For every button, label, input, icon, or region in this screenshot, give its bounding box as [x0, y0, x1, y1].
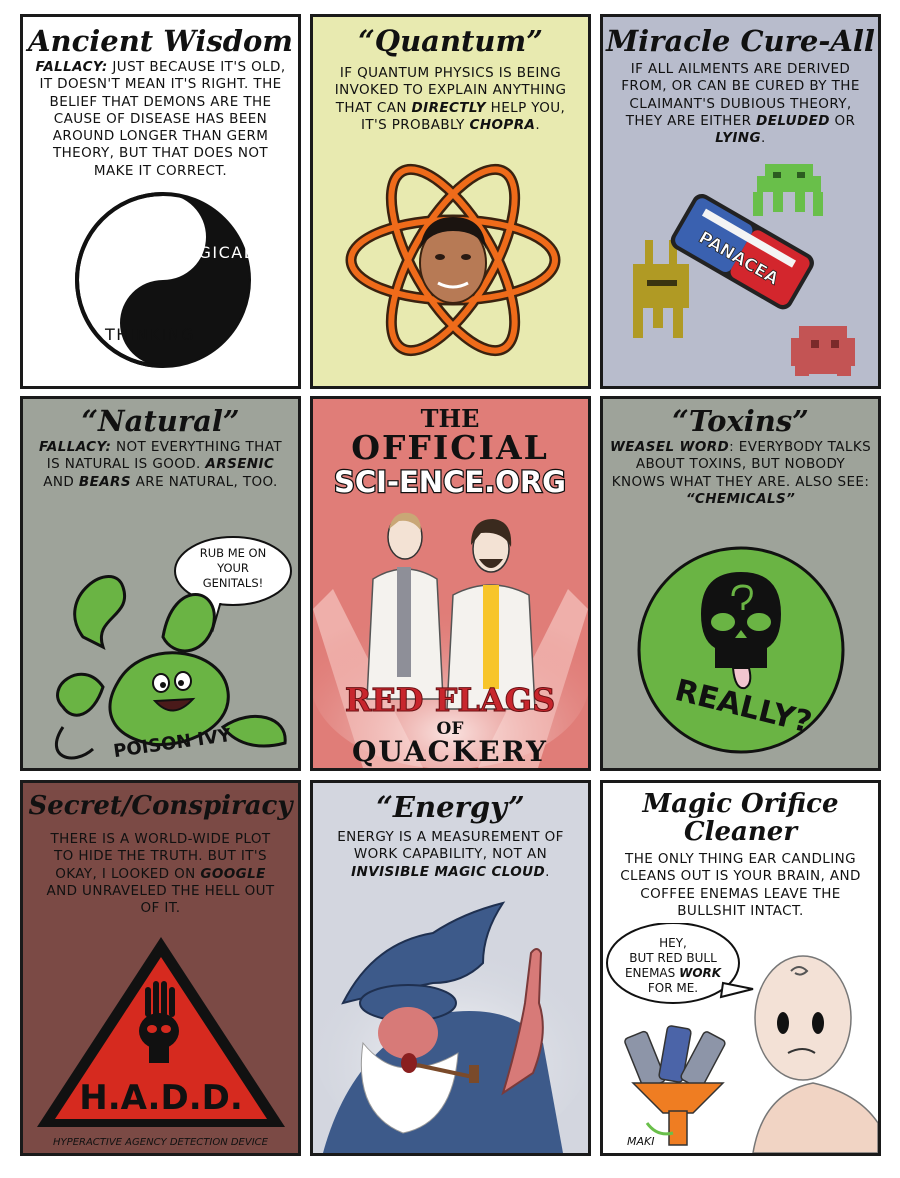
bubble-line-1: HEY,: [659, 936, 687, 950]
art-word-thinking: THINKING: [104, 325, 195, 344]
panel-title: Miracle Cure-All: [606, 24, 875, 58]
panel-secret-conspiracy: Secret/Conspiracy THERE IS A WORLD-WIDE …: [20, 780, 301, 1156]
panel-energy: “Energy” ENERGY IS A MEASUREMENT OF WORK…: [310, 780, 591, 1156]
text-emphasis: LYING: [715, 130, 761, 147]
text-emphasis: CHOPRA: [469, 116, 536, 133]
bubble-line-3: GENITALS!: [203, 576, 264, 590]
artist-signature: MAKI: [627, 1135, 654, 1148]
scientist-left: [366, 512, 444, 700]
poster-quackery: QUACKERY: [352, 735, 548, 768]
bald-man: [752, 955, 878, 1153]
text-emphasis: INVISIBLE MAGIC CLOUD: [351, 863, 546, 880]
text-emphasis: BEARS: [78, 473, 131, 490]
panel-title: Ancient Wisdom: [28, 24, 293, 58]
bubble-line-2: BUT RED BULL: [629, 951, 717, 965]
wizard-character: [313, 901, 588, 1153]
text-emphasis: DELUDED: [756, 112, 830, 129]
bubble-line-3-emphasis: WORK: [679, 966, 723, 980]
red-germ-icon: [791, 326, 855, 376]
bubble-line-3a: ENEMAS: [625, 966, 679, 980]
panel-ancient-wisdom: Ancient Wisdom FALLACY: JUST BECAUSE IT'…: [20, 14, 301, 389]
text-part: .: [535, 116, 541, 133]
poster-art: THE OFFICIAL SCI-ENCE.ORG RED FLAGS OF Q…: [313, 404, 588, 768]
panel-title: “Quantum”: [358, 24, 543, 58]
panel-text: WEASEL WORD: EVERYBODY TALKS ABOUT TOXIN…: [609, 439, 872, 508]
text-emphasis: GOOGLE: [200, 865, 266, 882]
toxic-skull-seal: REALLY?: [637, 546, 845, 754]
poster-red-flags: RED FLAGS: [345, 681, 555, 719]
pixel-germs-and-pill: PANACEA: [633, 164, 855, 376]
panel-title: “Energy”: [376, 790, 525, 824]
atom-icon: [345, 163, 561, 357]
panel-natural: “Natural” FALLACY: NOT EVERYTHING THAT I…: [20, 396, 301, 771]
panel-text: ENERGY IS A MEASUREMENT OF WORK CAPABILI…: [323, 829, 578, 881]
panel-title: Secret/Conspiracy: [28, 791, 293, 821]
panel-body: JUST BECAUSE IT'S OLD, IT DOESN'T MEAN I…: [39, 59, 286, 179]
warning-triangle-icon: H.A.D.D.: [37, 937, 285, 1127]
panel-quantum: “Quantum” IF QUANTUM PHYSICS IS BEING IN…: [310, 14, 591, 389]
text-part: OR: [829, 112, 856, 129]
bubble-line-3: ENEMAS WORK: [625, 966, 723, 980]
panel-magic-orifice-cleaner: Magic Orifice Cleaner THE ONLY THING EAR…: [600, 780, 881, 1156]
comic-page: Ancient Wisdom FALLACY: JUST BECAUSE IT'…: [0, 0, 900, 1178]
text-part: ENERGY IS A MEASUREMENT OF WORK CAPABILI…: [337, 829, 564, 863]
text-emphasis: ARSENIC: [205, 456, 275, 473]
panel-toxins: “Toxins” WEASEL WORD: EVERYBODY TALKS AB…: [600, 396, 881, 771]
sign-text: H.A.D.D.: [79, 1078, 243, 1118]
bubble-line-4: FOR ME.: [648, 981, 698, 995]
green-germ-icon: [753, 164, 823, 216]
text-part: AND UNRAVELED THE HELL OUT OF IT.: [46, 882, 275, 917]
text-emphasis: DIRECTLY: [411, 99, 486, 116]
poster-site: SCI-ENCE.ORG: [334, 465, 566, 499]
yin-yang-icon: MAGICAL THINKING: [75, 192, 253, 368]
panel-center-poster: THE OFFICIAL SCI-ENCE.ORG RED FLAGS OF Q…: [310, 396, 591, 771]
weasel-word-label: WEASEL WORD: [609, 439, 730, 455]
fallacy-label: FALLACY:: [39, 439, 112, 455]
panel-text: THERE IS A WORLD-WIDE PLOT TO HIDE THE T…: [45, 831, 276, 917]
bubble-line-1: RUB ME ON: [200, 546, 266, 560]
text-part: .: [545, 863, 550, 880]
bubble-line-2: YOUR: [216, 561, 249, 575]
panel-text: FALLACY: JUST BECAUSE IT'S OLD, IT DOESN…: [33, 59, 288, 180]
fallacy-label: FALLACY:: [35, 59, 108, 75]
panel-text: FALLACY: NOT EVERYTHING THAT IS NATURAL …: [33, 439, 288, 491]
poison-ivy-character: RUB ME ON YOUR GENITALS! POISON IVY: [55, 536, 292, 762]
panel-title-line-2: Cleaner: [683, 817, 798, 847]
panel-title: “Natural”: [81, 404, 240, 438]
panel-miracle-cure-all: Miracle Cure-All IF ALL AILMENTS ARE DER…: [600, 14, 881, 389]
bald-man-with-cans: HEY, BUT RED BULL ENEMAS WORK FOR ME. MA…: [606, 923, 878, 1153]
panel-text: IF ALL AILMENTS ARE DERIVED FROM, OR CAN…: [613, 61, 868, 147]
yellow-germ-icon: [633, 240, 689, 338]
panel-title-line-1: Magic Orifice: [642, 789, 839, 819]
face-portrait: [419, 217, 487, 304]
panel-text: IF QUANTUM PHYSICS IS BEING INVOKED TO E…: [323, 65, 578, 134]
text-part: AND: [43, 473, 79, 490]
panel-text: THE ONLY THING EAR CANDLING CLEANS OUT I…: [620, 851, 861, 919]
text-emphasis: “CHEMICALS”: [685, 490, 796, 507]
energy-cans: [624, 1025, 726, 1146]
speech-bubble: HEY, BUT RED BULL ENEMAS WORK FOR ME.: [606, 923, 754, 1004]
triangle-caption: HYPERACTIVE AGENCY DETECTION DEVICE: [53, 1137, 268, 1148]
text-part: ARE NATURAL, TOO.: [130, 473, 278, 490]
poster-official: OFFICIAL: [351, 428, 549, 467]
panel-title: “Toxins”: [672, 404, 809, 438]
text-part: .: [760, 130, 766, 147]
art-word-magical: MAGICAL: [171, 243, 253, 262]
